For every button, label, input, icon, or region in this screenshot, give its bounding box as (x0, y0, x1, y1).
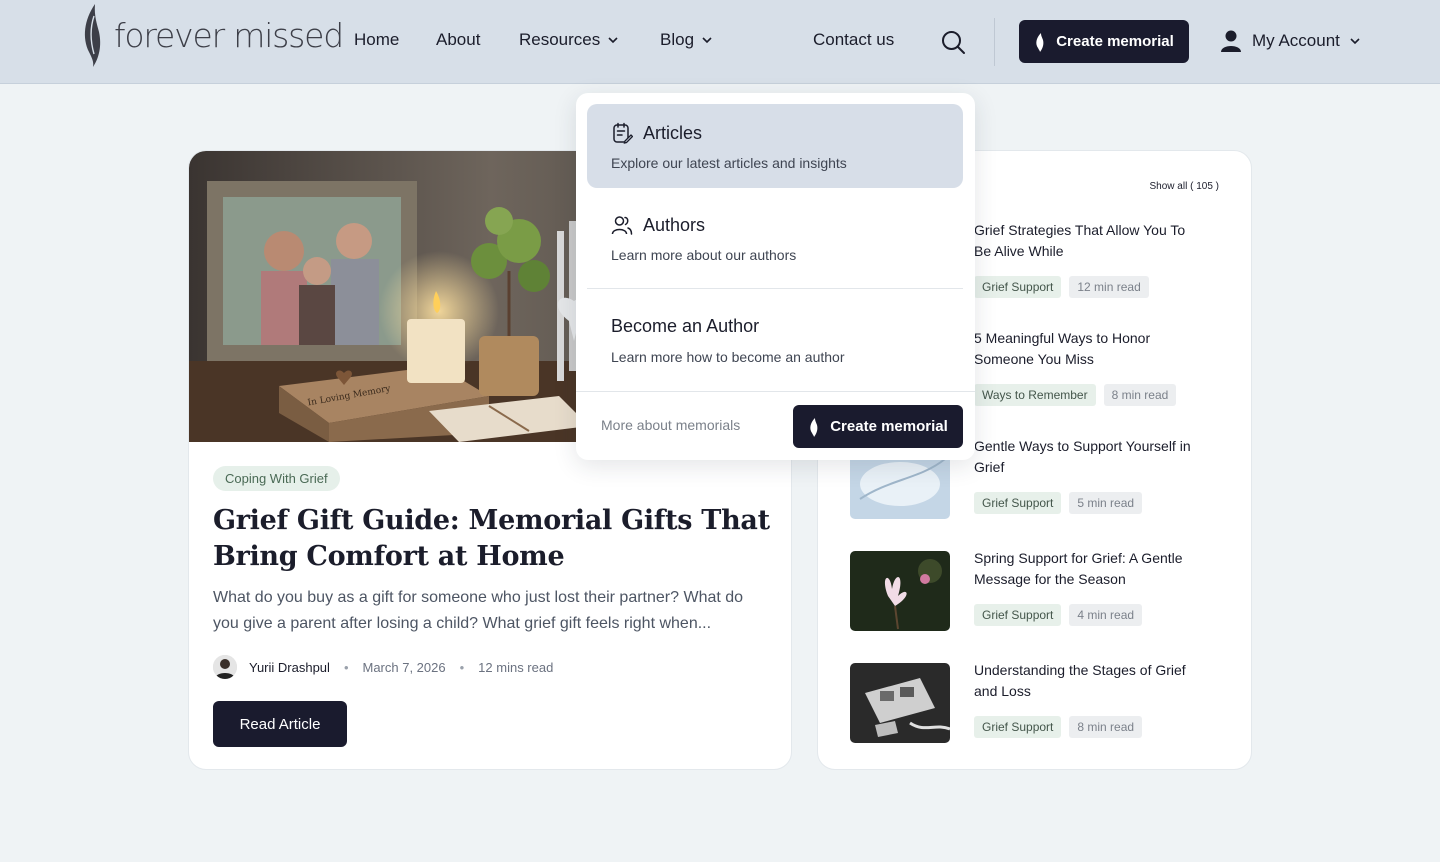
show-all-link[interactable]: Show all ( 105 ) (1150, 181, 1219, 192)
search-button[interactable] (940, 29, 966, 55)
dropdown-item-header: Authors (611, 214, 705, 236)
dropdown-item-title: Articles (643, 122, 703, 143)
meta-separator: • (459, 659, 465, 675)
dropdown-footer-divider (576, 391, 975, 392)
article-edit-icon (613, 122, 633, 144)
dropdown-item-description: Explore our latest articles and insights (611, 155, 847, 171)
dropdown-create-memorial-label: Create memorial (830, 418, 948, 435)
article-title[interactable]: Gentle Ways to Support Yourself in Grief (974, 436, 1206, 478)
dropdown-item-articles[interactable]: Articles Explore our latest articles and… (587, 104, 963, 188)
category-tag[interactable]: Grief Support (974, 716, 1062, 738)
site-logo[interactable]: forever missed (80, 0, 344, 70)
nav-resources-label: Resources (519, 30, 601, 49)
read-time-tag: 8 min read (1103, 384, 1177, 406)
flame-icon (1036, 32, 1044, 52)
read-time: 12 mins read (478, 659, 554, 675)
more-about-memorials-link[interactable]: More about memorials (601, 417, 740, 433)
dropdown-item-title: Authors (643, 214, 706, 235)
read-article-label: Read Article (239, 715, 321, 733)
create-memorial-button[interactable]: Create memorial (1019, 20, 1189, 63)
dropdown-create-memorial-button[interactable]: Create memorial (793, 405, 963, 448)
nav-home-label: Home (354, 30, 400, 49)
category-tag[interactable]: Grief Support (974, 492, 1062, 514)
create-memorial-label: Create memorial (1056, 33, 1174, 50)
article-thumbnail (850, 551, 950, 631)
logo-text: forever missed (114, 15, 344, 55)
featured-article-excerpt: What do you buy as a gift for someone wh… (213, 589, 744, 632)
article-title[interactable]: Grief Strategies That Allow You To Be Al… (974, 220, 1206, 262)
nav-contact-label: Contact us (813, 30, 895, 49)
read-article-button[interactable]: Read Article (213, 701, 347, 747)
article-title[interactable]: 5 Meaningful Ways to Honor Someone You M… (974, 328, 1206, 370)
user-icon (1221, 30, 1241, 52)
chevron-down-icon (1350, 37, 1360, 44)
nav-blog-label: Blog (660, 30, 695, 49)
article-title[interactable]: Understanding the Stages of Grief and Lo… (974, 660, 1206, 702)
users-icon (611, 216, 633, 235)
header-divider (994, 18, 995, 66)
dropdown-divider (587, 288, 963, 289)
read-time-tag: 4 min read (1069, 604, 1143, 626)
chevron-down-icon (608, 36, 618, 43)
flame-leaf-icon (84, 4, 101, 67)
flame-icon (810, 417, 818, 437)
nav-resources[interactable]: Resources (519, 30, 618, 50)
publish-date: March 7, 2026 (362, 659, 446, 675)
list-item[interactable]: Spring Support for Grief: A Gentle Messa… (850, 548, 1230, 631)
dropdown-item-description: Learn more how to become an author (611, 349, 845, 365)
dropdown-item-header: Become an Author (611, 316, 759, 337)
my-account-label: My Account (1252, 31, 1340, 50)
dropdown-item-header: Articles (611, 122, 702, 144)
category-tag[interactable]: Grief Support (974, 604, 1062, 626)
article-thumbnail (850, 663, 950, 743)
article-title[interactable]: Spring Support for Grief: A Gentle Messa… (974, 548, 1206, 590)
read-time-tag: 5 min read (1069, 492, 1143, 514)
chevron-down-icon (702, 36, 712, 43)
category-tag[interactable]: Grief Support (974, 276, 1062, 298)
article-meta: Yurii Drashpul • March 7, 2026 • 12 mins… (213, 655, 553, 679)
nav-contact[interactable]: Contact us (813, 30, 894, 50)
author-name[interactable]: Yurii Drashpul (249, 660, 330, 675)
dropdown-item-become-author[interactable]: Become an Author Learn more how to becom… (587, 298, 963, 382)
read-time-tag: 8 min read (1069, 716, 1143, 738)
category-tag[interactable]: Ways to Remember (974, 384, 1096, 406)
site-header: forever missed Home About Resources Blog… (0, 0, 1440, 84)
meta-separator: • (343, 659, 349, 675)
avatar-photo (213, 655, 237, 679)
featured-category-tag[interactable]: Coping With Grief (213, 466, 340, 491)
dropdown-item-title: Become an Author (611, 316, 760, 336)
nav-blog[interactable]: Blog (660, 30, 712, 50)
featured-article-title[interactable]: Grief Gift Guide: Memorial Gifts That Br… (213, 503, 773, 575)
dropdown-item-authors[interactable]: Authors Learn more about our authors (587, 196, 963, 280)
search-icon (942, 31, 965, 54)
list-item[interactable]: Understanding the Stages of Grief and Lo… (850, 660, 1230, 743)
nav-about[interactable]: About (436, 30, 480, 50)
nav-about-label: About (436, 30, 481, 49)
blog-dropdown-menu: Articles Explore our latest articles and… (576, 93, 975, 460)
read-time-tag: 12 min read (1069, 276, 1149, 298)
nav-home[interactable]: Home (354, 30, 399, 50)
my-account-menu[interactable]: My Account (1220, 29, 1360, 53)
author-avatar (213, 655, 237, 679)
dropdown-item-description: Learn more about our authors (611, 247, 797, 263)
